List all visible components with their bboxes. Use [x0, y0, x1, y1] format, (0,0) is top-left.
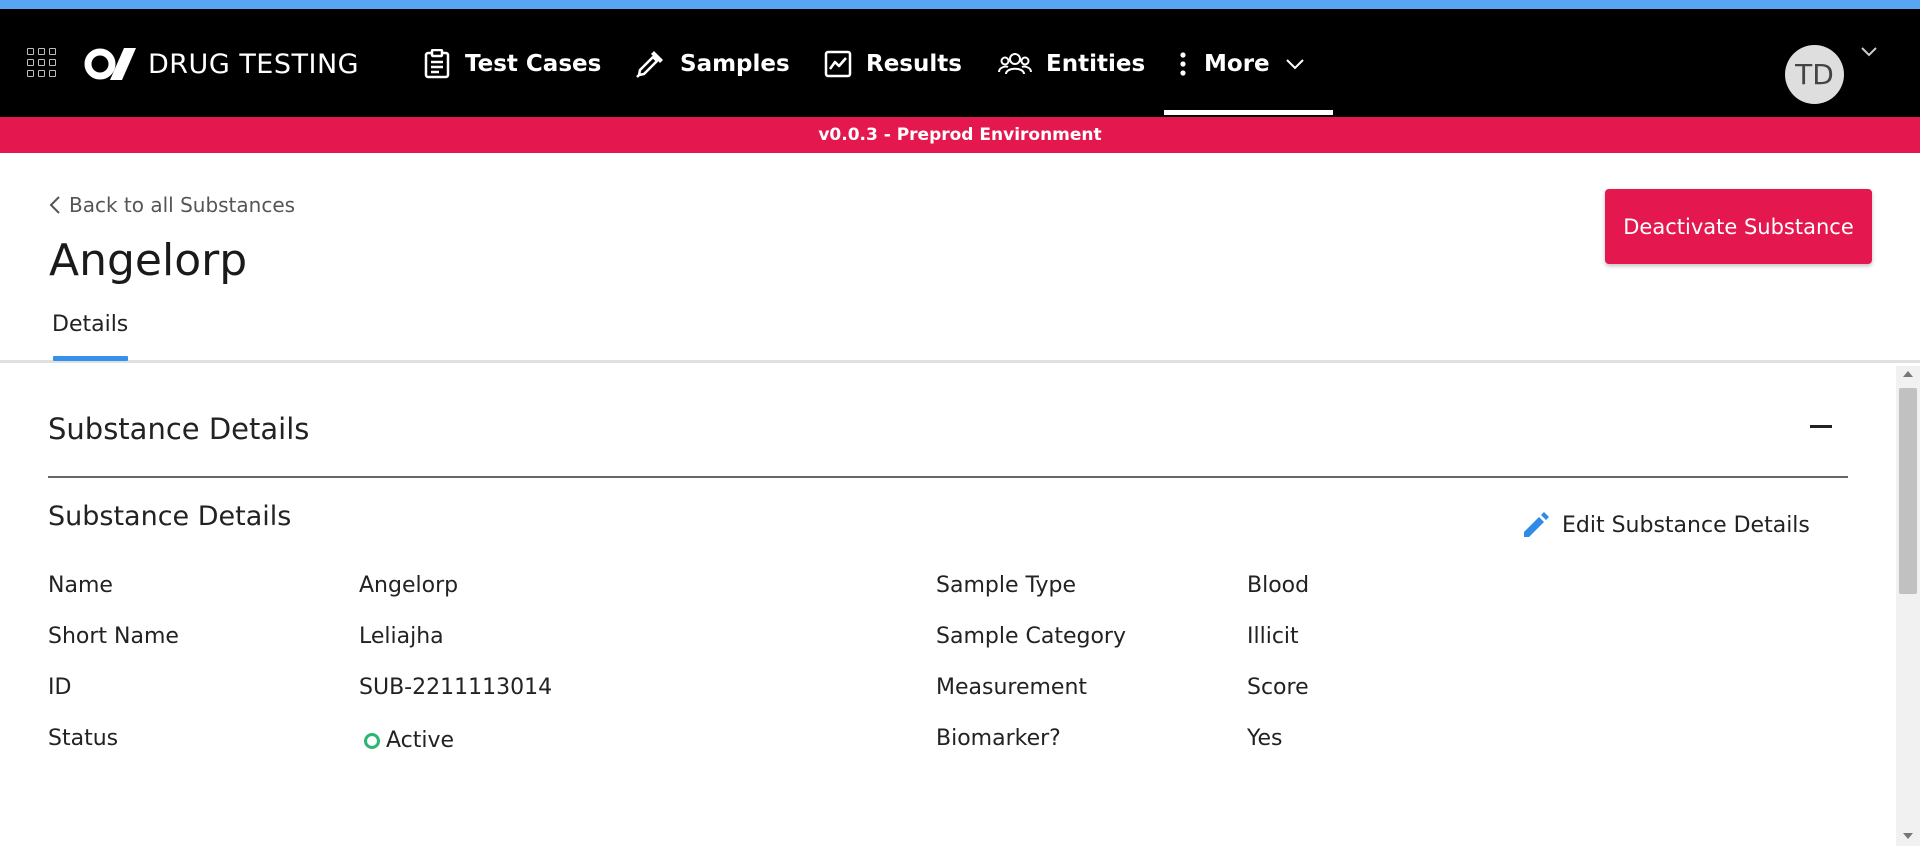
field-label-sample-category: Sample Category — [936, 624, 1126, 649]
active-tab-indicator — [53, 356, 128, 361]
nav-item-test-cases[interactable]: Test Cases — [423, 42, 601, 86]
chevron-left-icon — [49, 196, 60, 214]
edit-substance-details-button[interactable]: Edit Substance Details — [1520, 510, 1810, 540]
field-label-name: Name — [48, 573, 113, 598]
nav-item-label: Samples — [680, 51, 790, 77]
environment-banner: v0.0.3 - Preprod Environment — [0, 117, 1920, 153]
top-accent-bar — [0, 0, 1920, 9]
page-header: Back to all Substances Angelorp Deactiva… — [0, 153, 1920, 363]
field-label-id: ID — [48, 675, 72, 700]
field-value-sample-type: Blood — [1247, 573, 1310, 598]
pencil-icon — [1524, 512, 1549, 537]
field-label-status: Status — [48, 726, 119, 751]
more-vertical-icon — [1180, 52, 1186, 76]
active-nav-indicator — [1164, 110, 1333, 115]
edit-link-label: Edit Substance Details — [1562, 512, 1810, 538]
back-link-label: Back to all Substances — [69, 193, 296, 217]
scroll-up-arrow-icon[interactable] — [1903, 371, 1913, 377]
tab-details[interactable]: Details — [52, 312, 128, 337]
nav-item-more[interactable]: More — [1176, 42, 1306, 86]
field-value-id: SUB-2211113014 — [359, 675, 553, 700]
scrollbar-thumb[interactable] — [1899, 388, 1917, 594]
users-icon — [998, 53, 1032, 75]
field-label-sample-type: Sample Type — [936, 573, 1077, 598]
app-switcher-icon[interactable] — [27, 48, 57, 78]
nav-item-label: More — [1204, 51, 1270, 77]
main-content: Substance Details Substance Details Edit… — [0, 366, 1896, 846]
field-value-biomarker: Yes — [1247, 726, 1283, 751]
subsection-title: Substance Details — [48, 501, 292, 532]
field-value-sample-category: Illicit — [1247, 624, 1299, 649]
nav-item-results[interactable]: Results — [824, 42, 962, 86]
field-value-status: Active — [386, 728, 455, 753]
chart-icon — [824, 50, 852, 78]
clipboard-icon — [424, 49, 450, 79]
section-title: Substance Details — [48, 412, 310, 446]
field-label-short-name: Short Name — [48, 624, 179, 649]
scroll-down-arrow-icon[interactable] — [1903, 833, 1913, 839]
page-title: Angelorp — [49, 235, 248, 286]
dropper-icon — [636, 51, 663, 78]
nav-item-label: Results — [866, 51, 962, 77]
top-navbar: DRUG TESTING Test Cases Samples Results — [0, 9, 1920, 117]
field-value-name: Angelorp — [359, 573, 459, 598]
field-value-short-name: Leliajha — [359, 624, 444, 649]
collapse-icon[interactable] — [1808, 410, 1836, 438]
status-dot-icon — [364, 732, 380, 749]
chevron-down-icon[interactable] — [1859, 45, 1879, 59]
brand-logo-icon — [84, 48, 136, 80]
back-link[interactable]: Back to all Substances — [49, 193, 295, 217]
field-value-measurement: Score — [1247, 675, 1309, 700]
nav-item-label: Test Cases — [465, 51, 602, 77]
avatar[interactable]: TD — [1785, 45, 1844, 104]
brand[interactable]: DRUG TESTING — [84, 42, 359, 86]
chevron-down-icon — [1285, 59, 1304, 70]
status-badge: Active — [364, 728, 454, 753]
nav-item-label: Entities — [1046, 51, 1146, 77]
field-label-biomarker: Biomarker? — [936, 726, 1061, 751]
brand-name: DRUG TESTING — [148, 48, 360, 80]
vertical-scrollbar[interactable] — [1896, 366, 1920, 846]
nav-item-entities[interactable]: Entities — [998, 42, 1145, 86]
deactivate-substance-button[interactable]: Deactivate Substance — [1605, 189, 1872, 264]
section-divider — [48, 476, 1848, 478]
field-label-measurement: Measurement — [936, 675, 1088, 700]
nav-item-samples[interactable]: Samples — [634, 42, 790, 86]
